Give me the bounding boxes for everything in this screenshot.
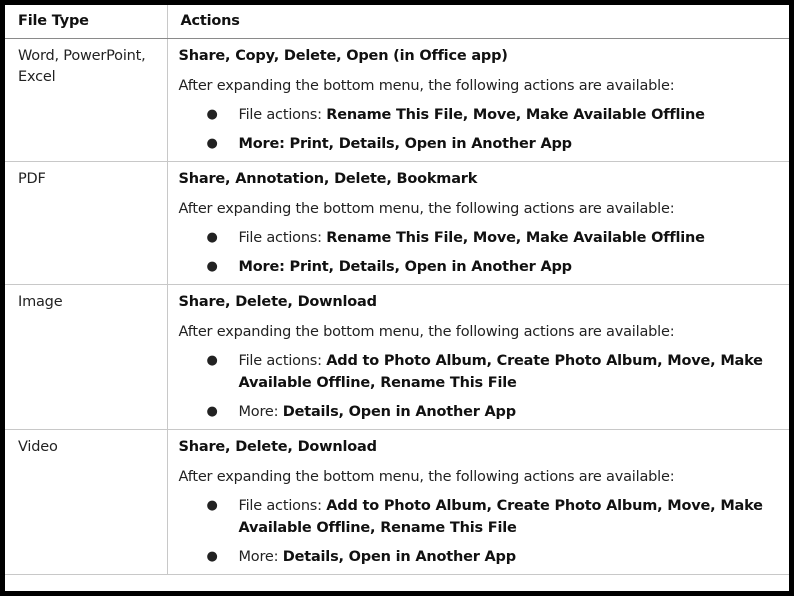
table-row: Word, PowerPoint, Excel Share, Copy, Del… xyxy=(5,38,789,162)
bullet-actions: Details, Open in Another App xyxy=(282,549,516,565)
file-type-label: Video xyxy=(18,439,58,455)
actions-cell: Share, Annotation, Delete, Bookmark Afte… xyxy=(166,161,789,285)
expand-menu-intro: After expanding the bottom menu, the fol… xyxy=(178,324,675,340)
expanded-actions-list: ● File actions: Rename This File, Move, … xyxy=(179,227,782,278)
actions-cell: Share, Copy, Delete, Open (in Office app… xyxy=(166,38,789,162)
bullet-label: File actions: xyxy=(238,107,327,123)
expand-menu-intro: After expanding the bottom menu, the fol… xyxy=(178,201,675,217)
bullet-icon: ● xyxy=(206,353,218,368)
bullet-actions: Print, Details, Open in Another App xyxy=(289,136,573,152)
header-file-type: File Type xyxy=(5,5,168,39)
table-row: PDF Share, Annotation, Delete, Bookmark … xyxy=(5,161,789,285)
bullet-icon: ● xyxy=(206,259,218,274)
header-row: File Type Actions xyxy=(5,5,789,39)
bullet-label: File actions: xyxy=(238,498,327,514)
primary-actions: Share, Copy, Delete, Open (in Office app… xyxy=(178,48,508,64)
bullet-icon: ● xyxy=(206,498,218,513)
bullet-label: More: xyxy=(238,259,290,275)
bullet-label: File actions: xyxy=(238,230,327,246)
file-type-label: Image xyxy=(18,294,63,310)
bullet-icon: ● xyxy=(206,230,218,245)
bullet-actions: Rename This File, Move, Make Available O… xyxy=(326,230,705,246)
bullet-icon: ● xyxy=(206,136,218,151)
expanded-actions-list: ● File actions: Add to Photo Album, Crea… xyxy=(179,495,782,568)
list-item: ● More: Print, Details, Open in Another … xyxy=(179,256,782,278)
list-item: ● File actions: Add to Photo Album, Crea… xyxy=(179,350,782,394)
file-type-cell: PDF xyxy=(5,161,168,285)
expanded-actions-list: ● File actions: Add to Photo Album, Crea… xyxy=(179,350,782,423)
document-frame: File Type Actions Word, PowerPoint, Exce… xyxy=(5,5,789,591)
expand-menu-intro: After expanding the bottom menu, the fol… xyxy=(178,78,675,94)
header-file-type-label: File Type xyxy=(18,13,89,29)
primary-actions: Share, Delete, Download xyxy=(178,294,378,310)
header-actions-label: Actions xyxy=(180,13,240,29)
list-item: ● More: Print, Details, Open in Another … xyxy=(179,133,782,155)
file-type-cell: Video xyxy=(5,429,168,575)
file-type-label: PDF xyxy=(18,171,46,187)
list-item: ● File actions: Rename This File, Move, … xyxy=(179,227,782,249)
list-item: ● More: Details, Open in Another App xyxy=(179,401,782,423)
bullet-icon: ● xyxy=(206,404,218,419)
list-item: ● File actions: Add to Photo Album, Crea… xyxy=(179,495,782,539)
list-item: ● File actions: Rename This File, Move, … xyxy=(179,104,782,126)
expanded-actions-list: ● File actions: Rename This File, Move, … xyxy=(179,104,782,155)
bullet-icon: ● xyxy=(206,549,218,564)
actions-cell: Share, Delete, Download After expanding … xyxy=(166,284,789,430)
bullet-label: File actions: xyxy=(238,353,327,369)
bullet-icon: ● xyxy=(206,107,218,122)
bullet-label: More: xyxy=(238,136,290,152)
file-type-label: Word, PowerPoint, Excel xyxy=(18,48,146,85)
bullet-label: More: xyxy=(238,549,283,565)
primary-actions: Share, Annotation, Delete, Bookmark xyxy=(178,171,478,187)
bullet-actions: Print, Details, Open in Another App xyxy=(289,259,573,275)
bullet-actions: Details, Open in Another App xyxy=(282,404,516,420)
bullet-actions: Rename This File, Move, Make Available O… xyxy=(326,107,705,123)
file-type-cell: Word, PowerPoint, Excel xyxy=(5,38,168,162)
list-item: ● More: Details, Open in Another App xyxy=(179,546,782,568)
file-type-cell: Image xyxy=(5,284,168,430)
header-actions: Actions xyxy=(166,5,789,39)
actions-cell: Share, Delete, Download After expanding … xyxy=(166,429,789,575)
expand-menu-intro: After expanding the bottom menu, the fol… xyxy=(178,469,675,485)
file-actions-table: File Type Actions Word, PowerPoint, Exce… xyxy=(5,5,789,575)
table-row: Video Share, Delete, Download After expa… xyxy=(5,429,789,575)
primary-actions: Share, Delete, Download xyxy=(178,439,378,455)
table-row: Image Share, Delete, Download After expa… xyxy=(5,284,789,430)
bullet-label: More: xyxy=(238,404,283,420)
